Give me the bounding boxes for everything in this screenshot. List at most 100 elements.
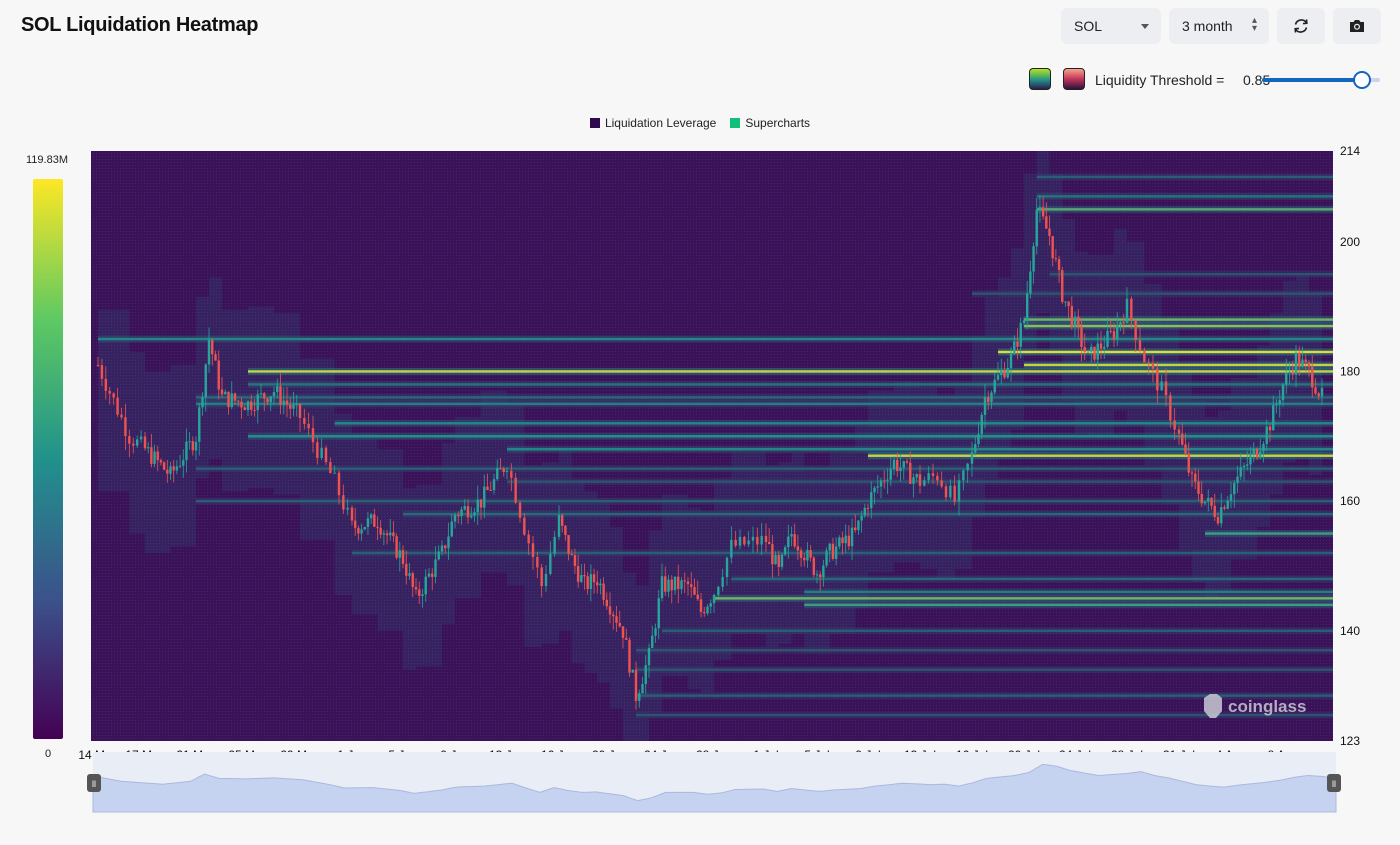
liquidation-band	[196, 499, 1333, 503]
candle-body	[346, 507, 349, 510]
candle-body	[703, 611, 706, 614]
candle-body	[492, 479, 496, 491]
candle-body	[1291, 371, 1294, 375]
heat-haze	[688, 507, 701, 690]
candle-body	[266, 398, 269, 403]
candle-body	[825, 550, 828, 566]
candle-body	[1130, 298, 1133, 321]
candle-body	[269, 396, 272, 403]
candle-body	[1268, 426, 1272, 431]
candle-body	[940, 480, 943, 487]
candle-body	[1229, 494, 1233, 501]
candle-body	[1181, 433, 1184, 445]
candle-body	[256, 394, 259, 411]
liquidation-band	[196, 402, 1333, 406]
candle-body	[253, 409, 256, 411]
candle-body	[263, 393, 266, 399]
candle-body	[560, 515, 564, 526]
candle-body	[860, 515, 863, 521]
candle-body	[615, 616, 618, 623]
candle-body	[489, 490, 492, 492]
candle-body	[424, 576, 427, 595]
candle-body	[1051, 236, 1054, 259]
candle-body	[385, 533, 389, 536]
candle-body	[246, 401, 250, 411]
heatmap-chart: 214200180160140123 14 May17 May21 May25 …	[78, 144, 1360, 813]
candle-body	[631, 669, 634, 673]
candle-body	[1242, 465, 1246, 468]
candle-body	[712, 594, 716, 604]
candle-body	[870, 492, 873, 509]
candle-body	[505, 470, 509, 473]
candle-body	[139, 436, 143, 440]
candle-body	[812, 557, 816, 575]
candle-body	[818, 574, 822, 578]
candle-body	[589, 574, 593, 590]
candle-body	[1061, 270, 1064, 302]
candle-body	[434, 559, 437, 577]
svg-text:ll: ll	[1332, 779, 1336, 789]
candle-body	[1116, 325, 1119, 340]
candle-body	[447, 536, 450, 549]
candle-body	[1032, 246, 1035, 272]
candle-body	[683, 580, 686, 582]
candle-body	[699, 599, 703, 612]
candle-body	[540, 567, 543, 587]
candle-body	[909, 462, 912, 484]
range-navigator[interactable]: ll ll	[87, 752, 1341, 813]
candle-body	[510, 470, 513, 478]
liquidation-band	[804, 603, 1333, 607]
candle-body	[696, 594, 699, 600]
candle-body	[747, 540, 750, 545]
candle-body	[756, 536, 759, 545]
candle-body	[828, 543, 831, 551]
candle-body	[499, 468, 502, 470]
candle-body	[896, 459, 899, 472]
candle-body	[303, 417, 306, 424]
candle-body	[780, 554, 784, 567]
candle-body	[411, 573, 414, 587]
candle-body	[369, 514, 373, 519]
candle-body	[777, 554, 780, 567]
candle-body	[169, 466, 172, 474]
candle-body	[734, 539, 737, 546]
candle-body	[634, 669, 638, 701]
candle-body	[427, 573, 431, 577]
candle-body	[282, 400, 285, 405]
candle-body	[153, 451, 156, 464]
candle-body	[771, 544, 774, 565]
candle-body	[1109, 330, 1112, 332]
candle-body	[564, 525, 567, 536]
candle-body	[329, 462, 332, 474]
candle-body	[250, 401, 253, 410]
candle-body	[1285, 372, 1288, 385]
candle-body	[793, 534, 796, 547]
candle-body	[1190, 472, 1194, 474]
candle-body	[460, 509, 463, 517]
candle-body	[466, 506, 470, 518]
candle-body	[886, 479, 889, 481]
candle-body	[863, 507, 867, 516]
candle-body	[957, 480, 961, 502]
candle-body	[892, 459, 896, 469]
candle-body	[518, 502, 522, 518]
candle-body	[962, 470, 965, 481]
candle-body	[172, 466, 175, 471]
candle-body	[307, 423, 310, 429]
candle-body	[217, 360, 220, 390]
candle-body	[150, 447, 153, 464]
candle-body	[657, 598, 660, 629]
candle-body	[854, 527, 857, 531]
candle-body	[124, 417, 127, 437]
candle-body	[1119, 322, 1122, 326]
candle-body	[1200, 493, 1203, 504]
candle-body	[1016, 341, 1019, 347]
candle-body	[625, 637, 628, 640]
liquidation-band	[662, 629, 1333, 632]
liquidation-band	[1024, 324, 1333, 328]
candle-body	[473, 512, 476, 516]
candle-body	[382, 533, 386, 535]
candle-body	[1320, 387, 1324, 397]
candle-body	[201, 397, 204, 408]
candle-body	[298, 404, 302, 418]
